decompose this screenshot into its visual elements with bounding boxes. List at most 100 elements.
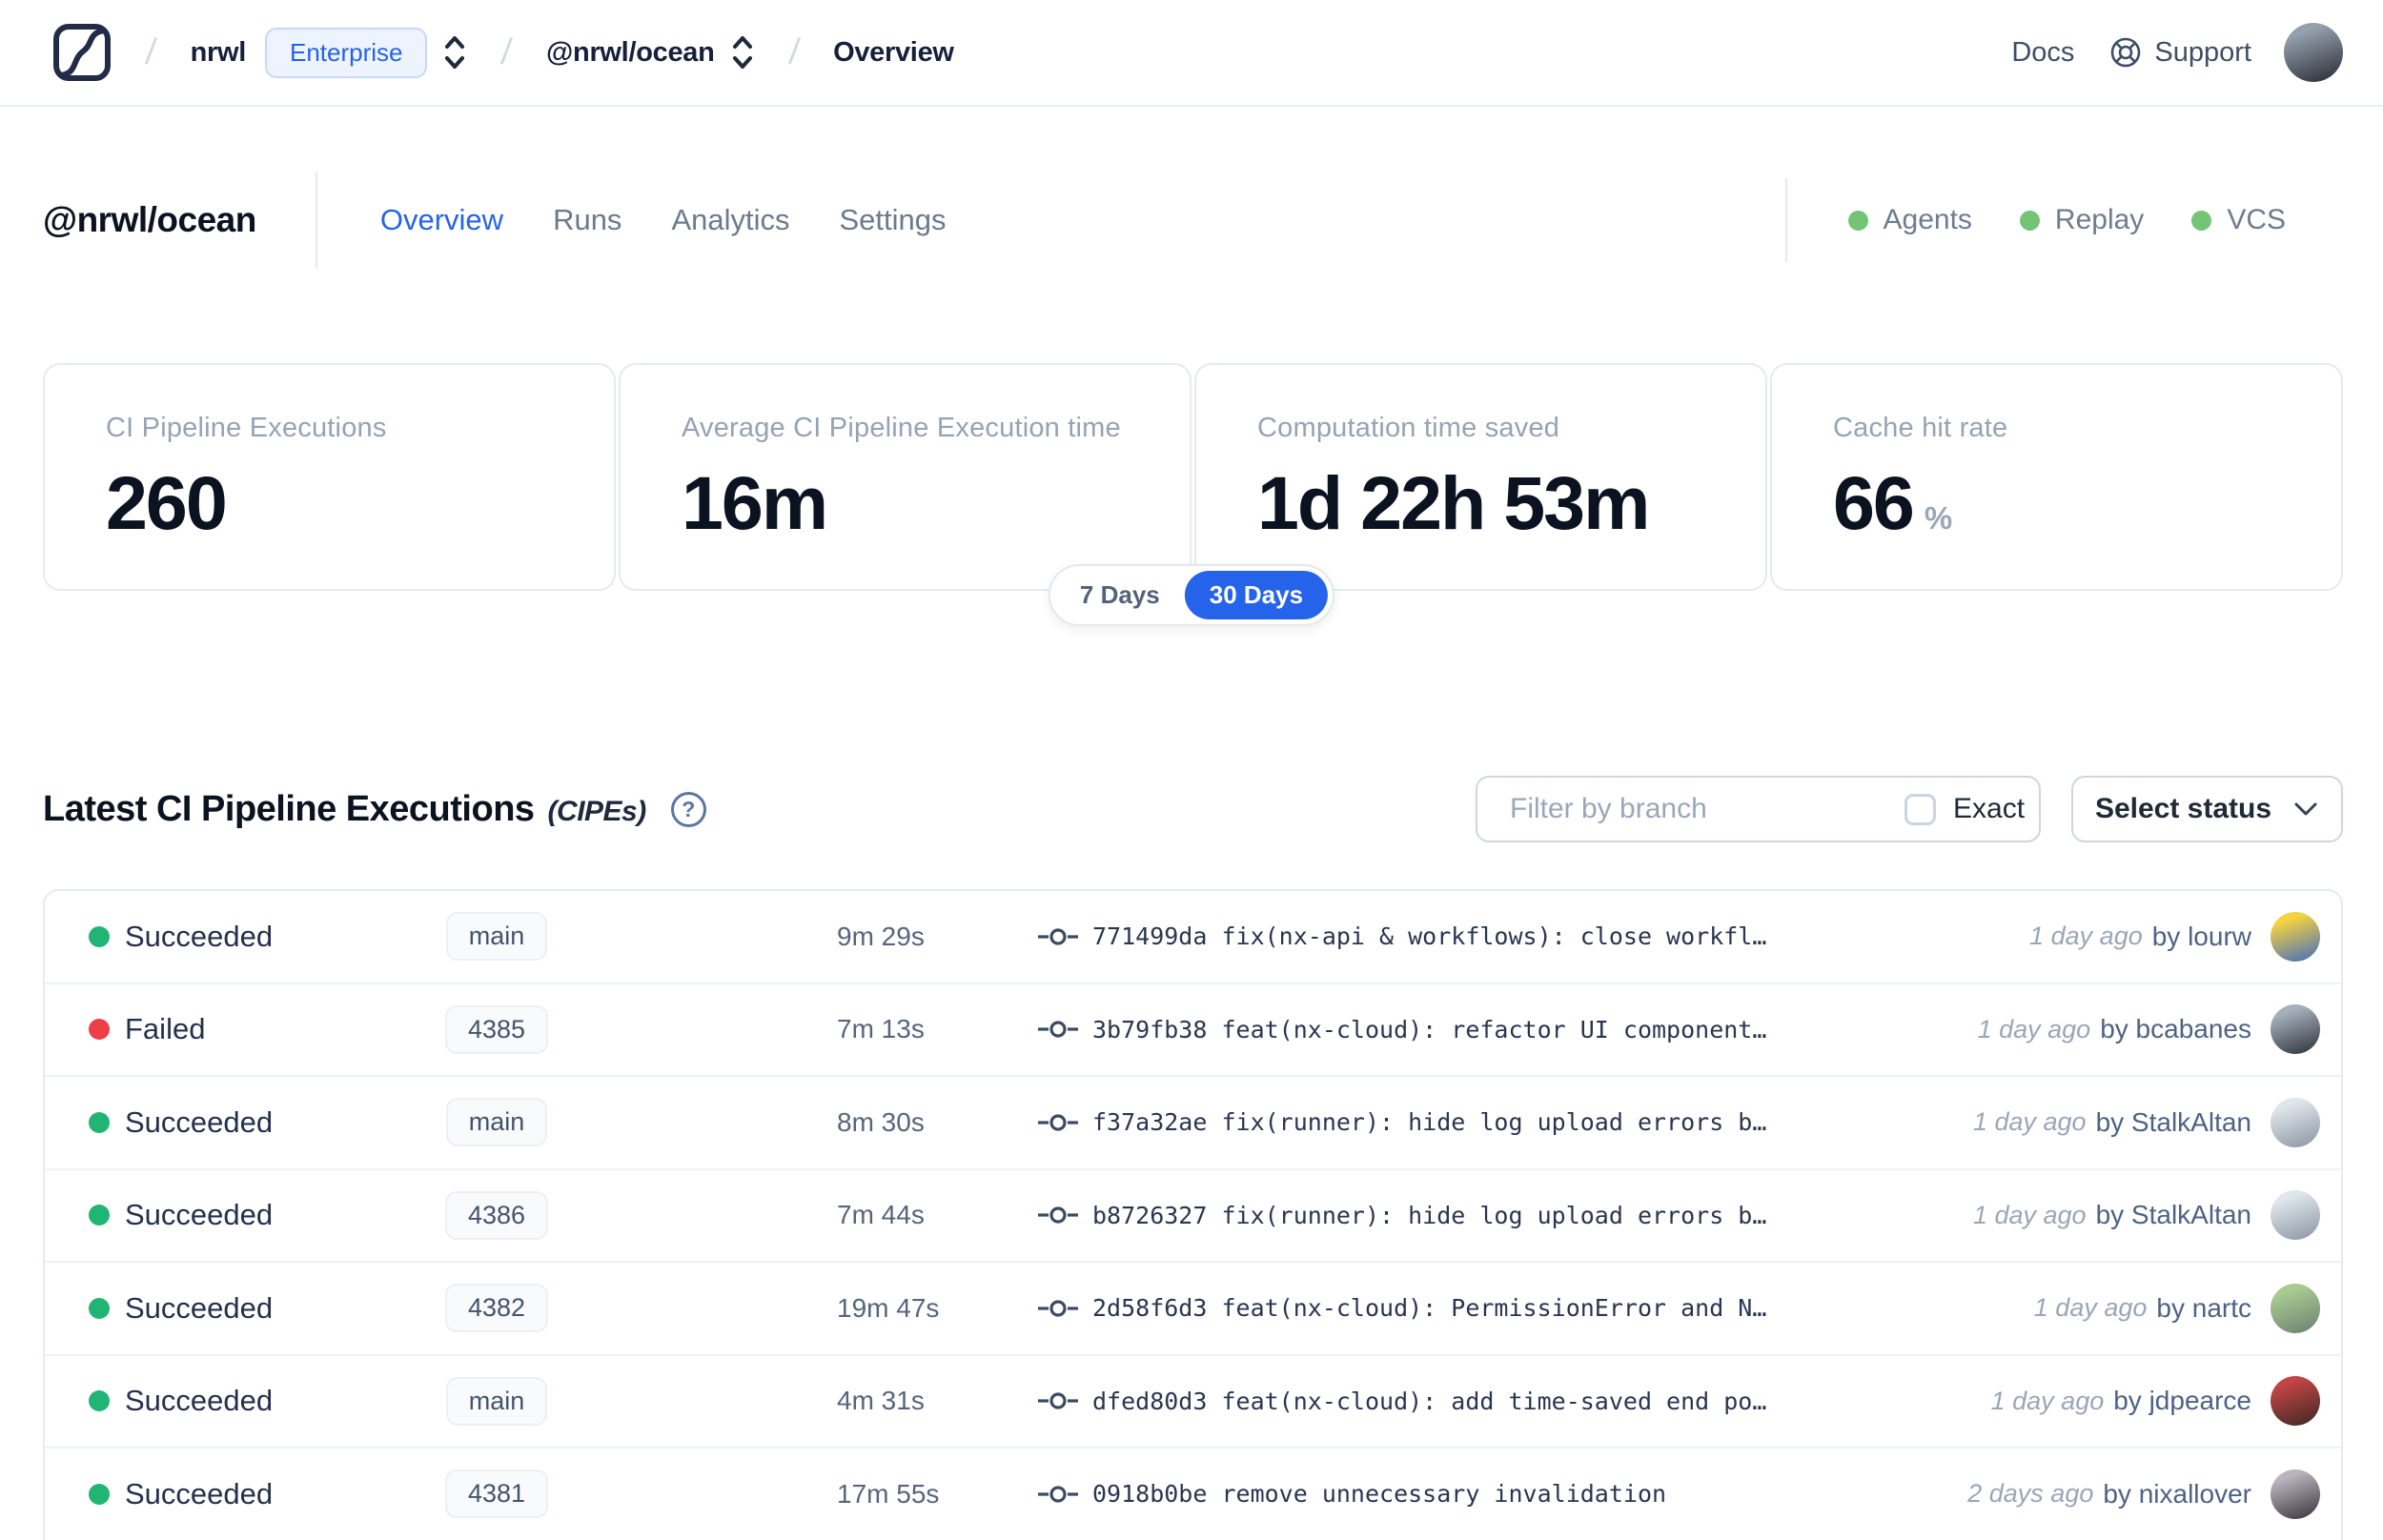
git-commit-icon [1037, 1111, 1079, 1134]
cipe-row[interactable]: Succeeded 4382 19m 47s 2d58f6d3 feat(nx-clo… [45, 1263, 2341, 1356]
range-option-30-days[interactable]: 30 Days [1184, 571, 1329, 619]
nx-cloud-logo-icon[interactable] [52, 23, 112, 82]
branch-filter-input[interactable] [1477, 778, 1878, 841]
stat-value: 16m [682, 460, 828, 545]
status-select-label: Select status [2094, 793, 2272, 824]
service-status-vcs[interactable]: VCS [2191, 204, 2286, 236]
time-ago: 1 day ago [1990, 1386, 2105, 1415]
stat-label: CI Pipeline Executions [106, 413, 387, 443]
author-avatar[interactable] [2271, 1376, 2320, 1427]
branch-badge[interactable]: main [445, 1376, 548, 1426]
workspace-switcher-icon[interactable] [730, 33, 755, 71]
cipe-row[interactable]: Failed 4385 7m 13s 3b79fb38 feat(nx-cloud):… [45, 983, 2341, 1077]
tab-overview[interactable]: Overview [380, 203, 503, 237]
author-avatar[interactable] [2271, 1190, 2320, 1241]
time-ago: 1 day ago [1972, 1107, 2087, 1137]
branch-badge[interactable]: 4386 [444, 1190, 549, 1240]
branch-badge[interactable]: main [445, 1098, 548, 1147]
breadcrumb-workspace[interactable]: @nrwl/ocean [546, 37, 715, 69]
docs-link[interactable]: Docs [2011, 37, 2074, 69]
service-status-list: Agents Replay VCS [1847, 204, 2286, 236]
branch-column: main [401, 912, 592, 962]
branch-column: 4385 [401, 1004, 592, 1054]
status-dot [89, 1019, 110, 1041]
tab-runs[interactable]: Runs [553, 203, 621, 237]
cipe-table: Succeeded main 9m 29s 771499da fix(nx-api &… [43, 889, 2343, 1540]
branch-badge[interactable]: 4381 [444, 1469, 549, 1519]
life-buoy-icon [2111, 37, 2141, 68]
author-avatar[interactable] [2271, 1283, 2320, 1333]
breadcrumb: / nrwl Enterprise / @nrwl/ocean / Overvi… [52, 23, 954, 82]
duration-text: 9m 29s [837, 921, 925, 951]
tab-settings[interactable]: Settings [839, 203, 946, 237]
row-meta: 1 day ago by StalkAltan [1973, 1107, 2251, 1138]
branch-badge[interactable]: main [445, 912, 548, 962]
stat-value-suffix: % [1924, 500, 1953, 536]
branch-badge[interactable]: 4385 [444, 1004, 549, 1054]
user-avatar[interactable] [2284, 23, 2343, 82]
author-avatar[interactable] [2271, 1097, 2320, 1147]
stat-card: Cache hit rate 66% [1770, 363, 2343, 591]
org-switcher-icon[interactable] [442, 33, 467, 71]
section-title: Latest CI Pipeline Executions (CIPEs) [43, 789, 646, 830]
cipe-row[interactable]: Succeeded main 4m 31s dfed80d3 feat(nx-clou… [45, 1355, 2341, 1449]
tab-analytics[interactable]: Analytics [671, 203, 789, 237]
exact-checkbox-label: Exact [1953, 793, 2026, 824]
branch-filter: Exact [1476, 776, 2041, 842]
stat-label: Computation time saved [1257, 413, 1560, 443]
status-dot [89, 1483, 110, 1505]
cipe-row[interactable]: Succeeded 4386 7m 44s b8726327 fix(runner):… [45, 1169, 2341, 1263]
exact-checkbox[interactable] [1904, 793, 1936, 825]
breadcrumb-separator: / [786, 31, 802, 72]
page: / nrwl Enterprise / @nrwl/ocean / Overvi… [0, 0, 2383, 1540]
commit-text: 0918b0be remove unnecessary invalidation [1092, 1480, 1667, 1509]
git-commit-icon [1037, 1018, 1079, 1041]
git-commit-icon [1037, 1204, 1079, 1226]
author-avatar[interactable] [2271, 911, 2320, 962]
help-icon[interactable]: ? [670, 791, 706, 827]
cipe-row[interactable]: Succeeded 4381 17m 55s 0918b0be remove unne… [45, 1449, 2341, 1540]
stat-card: CI Pipeline Executions 260 [43, 363, 616, 591]
status-text: Succeeded [125, 1290, 274, 1325]
branch-column: main [401, 1376, 592, 1426]
duration-text: 19m 47s [837, 1292, 940, 1323]
commit-text: b8726327 fix(runner): hide log upload er… [1092, 1201, 1767, 1229]
status-text: Succeeded [125, 1476, 274, 1510]
commit-text: 771499da fix(nx-api & workflows): close … [1092, 922, 1767, 951]
breadcrumb-separator: / [499, 31, 515, 72]
commit-text: f37a32ae fix(runner): hide log upload er… [1092, 1108, 1767, 1137]
branch-column: 4381 [401, 1469, 592, 1519]
section-title-suffix: (CIPEs) [547, 795, 647, 827]
commit-text: dfed80d3 feat(nx-cloud): add time-saved … [1092, 1387, 1767, 1415]
time-ago: 1 day ago [1977, 1014, 2091, 1044]
author-text: by bcabanes [2100, 1014, 2251, 1044]
status-text: Succeeded [125, 1104, 274, 1139]
duration-text: 7m 44s [837, 1200, 925, 1230]
row-meta: 1 day ago by nartc [2034, 1293, 2251, 1324]
author-avatar[interactable] [2271, 1004, 2320, 1055]
cipe-row[interactable]: Succeeded main 9m 29s 771499da fix(nx-api &… [45, 891, 2341, 984]
filter-controls: Exact Select status [1476, 776, 2343, 842]
cipe-row[interactable]: Succeeded main 8m 30s f37a32ae fix(runner):… [45, 1077, 2341, 1170]
author-text: by jdpearce [2113, 1386, 2251, 1416]
author-avatar[interactable] [2271, 1469, 2320, 1519]
time-ago: 1 day ago [2033, 1293, 2148, 1323]
duration-text: 4m 31s [837, 1386, 925, 1416]
range-option-7-days[interactable]: 7 Days [1055, 571, 1185, 619]
status-dot [89, 925, 110, 947]
stat-value: 260 [106, 460, 228, 545]
stat-card: Computation time saved 1d 22h 53m [1194, 363, 1767, 591]
status-dot [1847, 210, 1868, 231]
branch-badge[interactable]: 4382 [444, 1284, 549, 1333]
git-commit-icon [1037, 1297, 1079, 1320]
status-dot [89, 1390, 110, 1412]
stat-card: Average CI Pipeline Execution time 16m [619, 363, 1192, 591]
service-status-replay[interactable]: Replay [2019, 204, 2144, 236]
status-dot [89, 1111, 110, 1133]
support-link[interactable]: Support [2108, 35, 2251, 70]
breadcrumb-org[interactable]: nrwl [191, 37, 247, 69]
workspace-tabs: Overview Runs Analytics Settings [380, 203, 947, 237]
status-select[interactable]: Select status [2071, 776, 2343, 842]
service-status-agents[interactable]: Agents [1847, 204, 1972, 236]
stat-label: Average CI Pipeline Execution time [682, 413, 1121, 443]
